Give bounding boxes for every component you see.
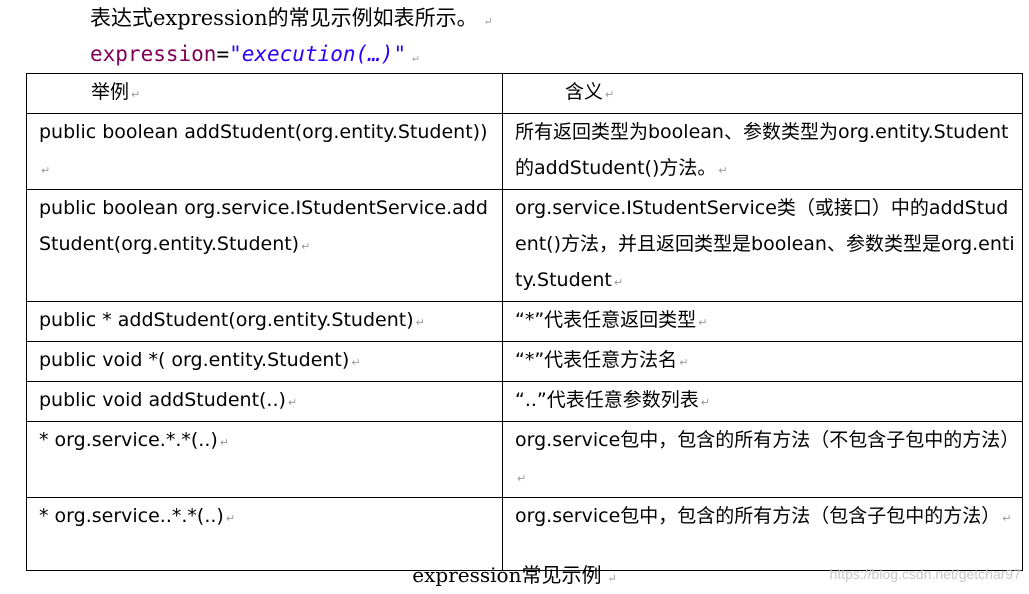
cell-example: public * addStudent(org.entity.Student) ↵ (26, 301, 503, 342)
paragraph-mark-icon: ↵ (412, 51, 419, 64)
expression-value: "execution(…)" (229, 42, 407, 66)
cell-example: public boolean addStudent(org.entity.Stu… (26, 113, 503, 190)
table-row: public void *( org.entity.Student) ↵ “*”代… (26, 341, 1023, 382)
caption-text: expression常见示例 (412, 563, 602, 587)
intro-text-content: 表达式expression的常见示例如表所示。 (90, 6, 478, 30)
table-row: * org.service..*.*(..) ↵ org.service包中，包含… (26, 497, 1023, 571)
paragraph-mark-icon: ↵ (605, 88, 615, 101)
paragraph-mark-icon: ↵ (219, 436, 230, 449)
header-meaning: 含义 ↵ (502, 73, 1023, 114)
cell-meaning: “*”代表任意返回类型 ↵ (502, 301, 1023, 342)
cell-example: public void *( org.entity.Student) ↵ (26, 341, 503, 382)
table-row: public boolean addStudent(org.entity.Stu… (26, 113, 1023, 190)
paragraph-mark-icon: ↵ (613, 276, 624, 289)
cell-meaning: org.service.IStudentService类（或接口）中的addSt… (502, 189, 1023, 302)
cell-example: * org.service..*.*(..) ↵ (26, 497, 503, 571)
cell-meaning: “*”代表任意方法名 ↵ (502, 341, 1023, 382)
paragraph-mark-icon: ↵ (517, 472, 527, 485)
paragraph-mark-icon: ↵ (301, 240, 311, 253)
cell-example: * org.service.*.*(..) ↵ (26, 421, 503, 498)
cell-example: public boolean org.service.IStudentServi… (26, 189, 503, 302)
expression-examples-table: 举例 ↵ 含义 ↵ public boolean addStudent(org.en… (26, 73, 1023, 571)
paragraph-mark-icon: ↵ (1002, 512, 1012, 525)
paragraph-mark-icon: ↵ (700, 396, 710, 409)
cell-meaning: org.service包中，包含的所有方法（不包含子包中的方法）↵ (502, 421, 1023, 498)
paragraph-mark-icon: ↵ (351, 356, 361, 369)
expression-keyword: expression (90, 42, 217, 66)
paragraph-mark-icon: ↵ (483, 15, 493, 28)
paragraph-mark-icon: ↵ (718, 164, 728, 177)
paragraph-mark-icon: ↵ (131, 88, 141, 101)
cell-example: public void addStudent(..) ↵ (26, 381, 503, 422)
expression-equals: = (216, 42, 230, 66)
table-row: * org.service.*.*(..) ↵ org.service包中，包含的… (26, 421, 1023, 498)
cell-meaning: “..”代表任意参数列表 ↵ (502, 381, 1023, 422)
table-row: public * addStudent(org.entity.Student) ↵… (26, 301, 1023, 342)
paragraph-mark-icon: ↵ (225, 512, 236, 525)
table-row: public void addStudent(..) ↵ “..”代表任意参数列表… (26, 381, 1023, 422)
paragraph-mark-icon: ↵ (415, 316, 425, 329)
expression-line: expression="execution(…)" ↵ (90, 40, 419, 72)
paragraph-mark-icon: ↵ (287, 396, 298, 409)
paragraph-mark-icon: ↵ (698, 316, 708, 329)
paragraph-mark-icon: ↵ (41, 164, 51, 177)
cell-meaning: 所有返回类型为boolean、参数类型为org.entity.Student的a… (502, 113, 1023, 190)
table-row: public boolean org.service.IStudentServi… (26, 189, 1023, 302)
cell-meaning: org.service包中，包含的所有方法（包含子包中的方法） ↵ (502, 497, 1023, 571)
table-header-row: 举例 ↵ 含义 ↵ (26, 73, 1023, 114)
header-example: 举例 ↵ (26, 73, 503, 114)
intro-text: 表达式expression的常见示例如表所示。 ↵ (90, 4, 493, 36)
paragraph-mark-icon: ↵ (607, 572, 617, 585)
watermark: https://blog.csdn.net/getchar97 (829, 566, 1021, 582)
paragraph-mark-icon: ↵ (679, 356, 689, 369)
